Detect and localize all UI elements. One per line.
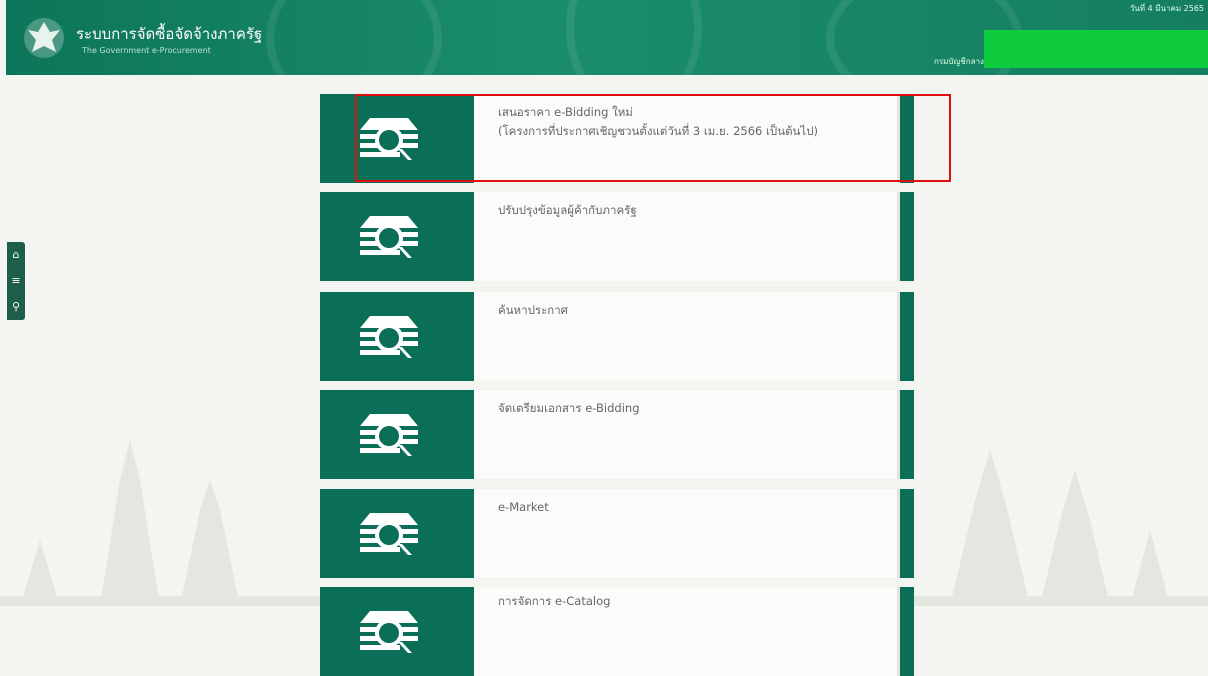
menu-item-search-announcement[interactable]: ค้นหาประกาศ bbox=[320, 292, 914, 381]
menu-item-label: จัดเตรียมเอกสาร e-Bidding bbox=[498, 399, 640, 418]
menu-item-end-bar bbox=[897, 390, 914, 479]
menu-icon-box bbox=[320, 489, 474, 578]
menu-item-end-bar bbox=[897, 292, 914, 381]
header-decoration bbox=[566, 0, 702, 75]
document-search-icon bbox=[360, 216, 418, 258]
document-search-icon bbox=[360, 316, 418, 358]
menu-item-title: จัดเตรียมเอกสาร e-Bidding bbox=[498, 401, 640, 415]
header-decoration bbox=[266, 0, 442, 75]
menu-item-prepare-e-bidding-docs[interactable]: จัดเตรียมเอกสาร e-Bidding bbox=[320, 390, 914, 479]
menu-icon-box bbox=[320, 292, 474, 381]
menu-item-end-bar bbox=[897, 192, 914, 281]
department-label: กรมบัญชีกลาง bbox=[934, 57, 984, 66]
site-title: ระบบการจัดซื้อจัดจ้างภาครัฐ bbox=[76, 25, 263, 43]
search-icon[interactable]: ⚲ bbox=[12, 301, 20, 313]
menu-item-e-market[interactable]: e-Market bbox=[320, 489, 914, 578]
menu-icon-box bbox=[320, 390, 474, 479]
menu-item-title: ปรับปรุงข้อมูลผู้ค้ากับภาครัฐ bbox=[498, 203, 637, 217]
menu-item-label: e-Market bbox=[498, 498, 549, 517]
home-icon[interactable]: ⌂ bbox=[13, 249, 20, 261]
header-banner: ระบบการจัดซื้อจัดจ้างภาครัฐ The Governme… bbox=[6, 0, 1208, 75]
menu-icon[interactable]: ≡ bbox=[11, 275, 20, 287]
menu-item-title: e-Market bbox=[498, 500, 549, 514]
menu-item-label: ค้นหาประกาศ bbox=[498, 301, 568, 320]
menu-item-title: การจัดการ e-Catalog bbox=[498, 594, 611, 608]
menu-item-e-catalog[interactable]: การจัดการ e-Catalog bbox=[320, 587, 914, 676]
menu-item-title: ค้นหาประกาศ bbox=[498, 303, 568, 317]
garuda-logo-icon[interactable] bbox=[22, 16, 66, 60]
menu-item-end-bar bbox=[897, 489, 914, 578]
side-toolbar: ⌂ ≡ ⚲ bbox=[7, 242, 25, 320]
current-date: วันที่ 4 มีนาคม 2565 bbox=[1129, 4, 1204, 13]
document-search-icon bbox=[360, 414, 418, 456]
menu-item-end-bar bbox=[897, 587, 914, 676]
menu-icon-box bbox=[320, 192, 474, 281]
menu-item-label: การจัดการ e-Catalog bbox=[498, 592, 610, 611]
site-subtitle: The Government e-Procurement bbox=[82, 46, 211, 55]
highlight-box bbox=[355, 94, 951, 182]
menu-item-update-vendor-info[interactable]: ปรับปรุงข้อมูลผู้ค้ากับภาครัฐ bbox=[320, 192, 914, 281]
document-search-icon bbox=[360, 513, 418, 555]
menu-icon-box bbox=[320, 587, 474, 676]
document-search-icon bbox=[360, 611, 418, 653]
menu-item-label: ปรับปรุงข้อมูลผู้ค้ากับภาครัฐ bbox=[498, 201, 637, 220]
redacted-user-block bbox=[984, 30, 1208, 68]
